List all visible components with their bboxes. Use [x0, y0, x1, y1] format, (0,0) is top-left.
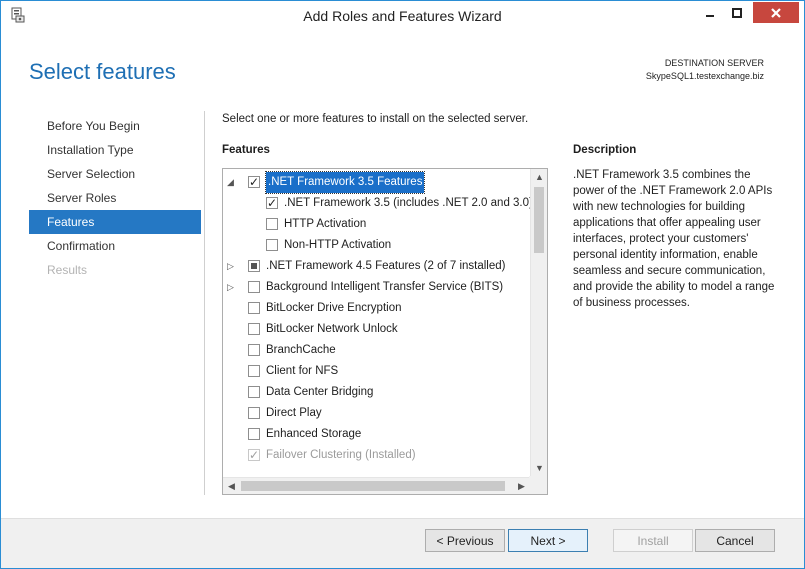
features-heading: Features: [222, 144, 270, 156]
feature-label: .NET Framework 3.5 Features: [264, 171, 426, 194]
cancel-button[interactable]: Cancel: [695, 529, 775, 552]
feature-checkbox[interactable]: [248, 428, 260, 440]
nav-item-before-you-begin[interactable]: Before You Begin: [29, 114, 201, 138]
feature-label: Enhanced Storage: [266, 428, 362, 440]
feature-row[interactable]: ▷ .NET Framework 4.5 Features (2 of 7 ins…: [224, 256, 531, 277]
vertical-scrollbar[interactable]: ▲ ▼: [530, 169, 547, 477]
feature-row[interactable]: BitLocker Drive Encryption: [224, 298, 531, 319]
horizontal-scrollbar[interactable]: ◀ ▶: [223, 477, 530, 494]
close-icon: [771, 7, 781, 18]
maximize-icon: [732, 7, 742, 18]
next-button[interactable]: Next >: [508, 529, 588, 552]
feature-row[interactable]: .NET Framework 3.5 (includes .NET 2.0 an…: [224, 193, 533, 214]
feature-checkbox[interactable]: [266, 218, 278, 230]
features-list: ◢ .NET Framework 3.5 Features .NET Framewo…: [224, 171, 533, 466]
close-button[interactable]: [753, 2, 799, 23]
nav-item-confirmation[interactable]: Confirmation: [29, 234, 201, 258]
scroll-left-icon[interactable]: ◀: [223, 478, 240, 494]
feature-row[interactable]: ◢ .NET Framework 3.5 Features: [224, 171, 531, 194]
feature-row[interactable]: Data Center Bridging: [224, 382, 531, 403]
feature-row[interactable]: Enhanced Storage: [224, 424, 531, 445]
feature-label: Client for NFS: [266, 365, 339, 377]
feature-row[interactable]: Failover Clustering (Installed): [224, 445, 531, 466]
features-tree[interactable]: ◢ .NET Framework 3.5 Features .NET Framewo…: [222, 168, 548, 495]
feature-label: BitLocker Network Unlock: [266, 323, 398, 335]
minimize-icon: [706, 14, 714, 17]
destination-server-name: SkypeSQL1.testexchange.biz: [645, 71, 764, 81]
feature-label: .NET Framework 3.5 (includes .NET 2.0 an…: [284, 197, 533, 209]
feature-checkbox[interactable]: [248, 365, 260, 377]
feature-label: .NET Framework 4.5 Features (2 of 7 inst…: [266, 260, 506, 272]
wizard-window: Add Roles and Features Wizard Select fea…: [0, 0, 805, 569]
page-title: Select features: [29, 59, 176, 84]
scroll-down-icon[interactable]: ▼: [531, 460, 547, 477]
feature-checkbox[interactable]: [266, 193, 278, 214]
feature-label: HTTP Activation: [284, 218, 367, 230]
window-title: Add Roles and Features Wizard: [303, 8, 502, 24]
description-heading: Description: [573, 144, 637, 156]
feature-row[interactable]: BitLocker Network Unlock: [224, 319, 531, 340]
scroll-up-icon[interactable]: ▲: [531, 169, 547, 186]
nav-item-server-roles[interactable]: Server Roles: [29, 186, 201, 210]
feature-row[interactable]: Client for NFS: [224, 361, 531, 382]
nav-item-server-selection[interactable]: Server Selection: [29, 162, 201, 186]
vertical-scroll-thumb[interactable]: [534, 187, 544, 253]
destination-server-label: DESTINATION SERVER: [664, 58, 764, 68]
feature-checkbox[interactable]: [266, 239, 278, 251]
expand-arrow-icon[interactable]: ▷: [227, 277, 239, 298]
minimize-button[interactable]: [697, 2, 723, 23]
intro-text: Select one or more features to install o…: [222, 113, 529, 125]
feature-label: BitLocker Drive Encryption: [266, 302, 402, 314]
feature-row[interactable]: ▷ Background Intelligent Transfer Service…: [224, 277, 531, 298]
feature-row[interactable]: Non-HTTP Activation: [224, 235, 531, 256]
feature-label: Data Center Bridging: [266, 386, 374, 398]
collapse-arrow-icon[interactable]: ◢: [227, 172, 239, 193]
title-bar[interactable]: Add Roles and Features Wizard: [1, 1, 804, 31]
feature-checkbox[interactable]: [248, 407, 260, 419]
feature-label: Direct Play: [266, 407, 322, 419]
feature-checkbox[interactable]: [248, 172, 260, 193]
scroll-right-icon[interactable]: ▶: [513, 478, 530, 494]
feature-checkbox: [248, 445, 260, 466]
expand-arrow-icon[interactable]: ▷: [227, 256, 239, 277]
feature-row[interactable]: Direct Play: [224, 403, 531, 424]
feature-checkbox[interactable]: [248, 281, 260, 293]
wizard-footer: < Previous Next > Install Cancel: [1, 518, 804, 568]
feature-label: BranchCache: [266, 344, 336, 356]
feature-checkbox[interactable]: [248, 386, 260, 398]
feature-label: Background Intelligent Transfer Service …: [266, 281, 504, 293]
horizontal-scroll-thumb[interactable]: [241, 481, 505, 491]
maximize-button[interactable]: [724, 2, 750, 23]
nav-divider: [204, 111, 205, 495]
install-button: Install: [613, 529, 693, 552]
previous-button[interactable]: < Previous: [425, 529, 505, 552]
feature-row[interactable]: HTTP Activation: [224, 214, 531, 235]
feature-checkbox[interactable]: [248, 344, 260, 356]
feature-checkbox[interactable]: [248, 302, 260, 314]
page-header: Select features DESTINATION SERVER Skype…: [9, 31, 798, 101]
feature-label: Non-HTTP Activation: [284, 239, 392, 251]
feature-row[interactable]: BranchCache: [224, 340, 531, 361]
feature-checkbox[interactable]: [248, 323, 260, 335]
nav-item-installation-type[interactable]: Installation Type: [29, 138, 201, 162]
wizard-steps-nav: Before You Begin Installation Type Serve…: [29, 114, 201, 282]
scrollbar-corner: [529, 476, 547, 494]
description-text: .NET Framework 3.5 combines the power of…: [573, 169, 775, 309]
feature-label: Failover Clustering (Installed): [266, 449, 416, 461]
feature-checkbox[interactable]: [248, 260, 260, 272]
nav-item-results: Results: [47, 263, 88, 277]
nav-item-features[interactable]: Features: [29, 210, 201, 234]
